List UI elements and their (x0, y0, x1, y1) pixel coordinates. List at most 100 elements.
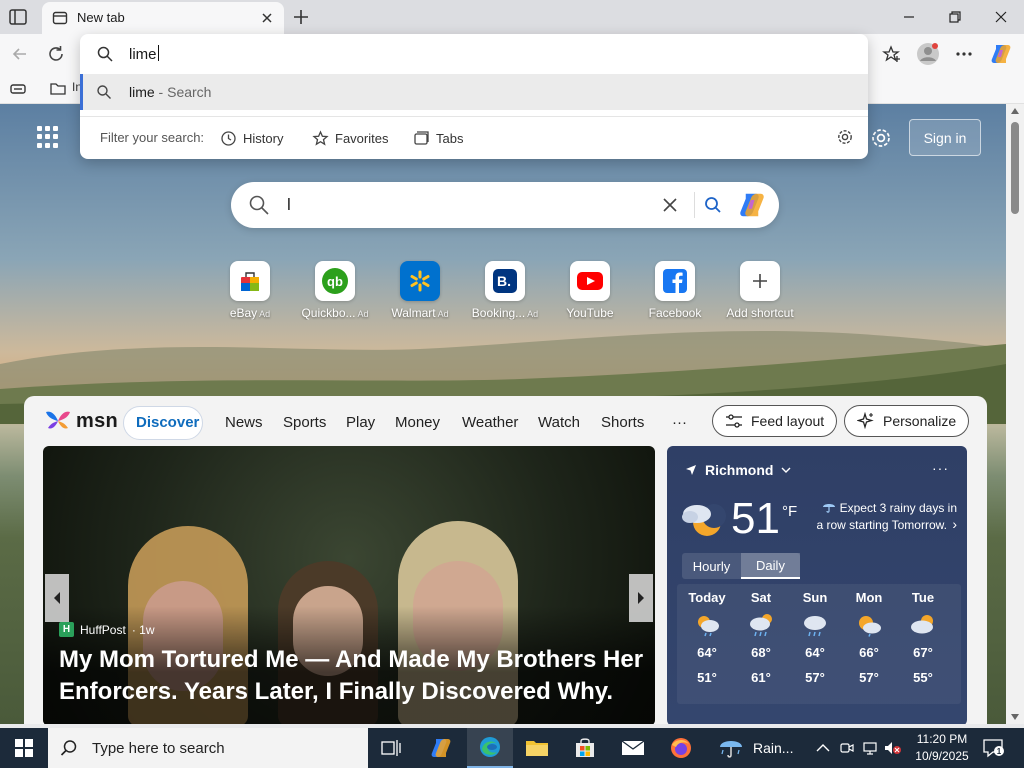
page-search-box[interactable]: l (231, 182, 779, 228)
weather-card[interactable]: Richmond ··· 51 °F Expect 3 rainy days i… (667, 446, 967, 724)
microsoft-store-icon[interactable] (562, 728, 608, 768)
favorites-star-icon[interactable] (880, 42, 904, 66)
filter-history[interactable]: History (220, 127, 283, 149)
chevron-right-icon: › (952, 516, 957, 532)
rain-sun-icon (747, 613, 775, 637)
tab-play[interactable]: Play (346, 414, 375, 431)
search-icon (96, 45, 114, 63)
weather-alert[interactable]: Expect 3 rainy days in a row starting To… (815, 500, 957, 533)
scroll-up-icon[interactable] (1011, 108, 1019, 114)
daily-forecast: Today 64° 51° Sat 68° 61° Sun 64° 57° Mo… (677, 584, 961, 704)
show-hidden-icons-chevron-icon[interactable] (816, 728, 830, 768)
address-input-value[interactable]: lime (129, 45, 159, 63)
task-view-icon[interactable] (368, 728, 414, 768)
personalize-button[interactable]: Personalize (844, 405, 970, 437)
shortcut-facebook[interactable]: Facebook (635, 261, 715, 325)
story-headline[interactable]: My Mom Tortured Me — And Made My Brother… (59, 644, 649, 708)
profile-avatar-icon[interactable] (916, 42, 940, 66)
suggestion-text: lime - Search (129, 84, 212, 100)
suggestion-item[interactable]: lime - Search (80, 74, 868, 110)
page-settings-gear-icon[interactable] (869, 126, 893, 150)
scroll-thumb[interactable] (1011, 122, 1019, 214)
forecast-day[interactable]: Sun 64° 57° (787, 590, 843, 685)
tab-money[interactable]: Money (395, 414, 440, 431)
shortcut-walmart[interactable]: Walmart Ad (380, 261, 460, 325)
forecast-day[interactable]: Tue 67° 55° (895, 590, 951, 685)
msn-logo[interactable]: msn (44, 406, 118, 436)
search-submit-icon[interactable] (702, 194, 724, 216)
copilot-icon[interactable] (737, 190, 767, 220)
shortcut-tiles: eBay Ad qb Quickbo... Ad Walmart Ad B. Book… (220, 261, 820, 331)
gear-icon[interactable] (836, 128, 854, 146)
file-explorer-icon[interactable] (514, 728, 560, 768)
firefox-icon[interactable] (658, 728, 704, 768)
more-menu-icon[interactable] (952, 42, 976, 66)
address-input[interactable]: lime (80, 34, 868, 74)
folder-icon[interactable] (46, 77, 70, 101)
weather-location[interactable]: Richmond (685, 462, 791, 478)
weather-widget[interactable]: Rain... (718, 728, 793, 768)
filter-tabs[interactable]: Tabs (413, 127, 463, 149)
refresh-button[interactable] (44, 42, 68, 66)
tab-actions-icon[interactable] (8, 7, 28, 27)
star-icon (312, 129, 329, 146)
tab-news[interactable]: News (225, 414, 263, 431)
restore-button[interactable] (932, 0, 978, 34)
apps-launcher-icon[interactable] (37, 126, 59, 148)
close-window-button[interactable] (978, 0, 1024, 34)
copilot-taskbar-icon[interactable] (418, 728, 464, 768)
tab-shorts[interactable]: Shorts (601, 414, 644, 431)
tab-weather[interactable]: Weather (462, 414, 518, 431)
filter-label: Filter your search: (100, 130, 205, 145)
tab-new-tab[interactable]: New tab (42, 2, 284, 34)
scroll-down-icon[interactable] (1011, 714, 1019, 720)
carousel-next-button[interactable] (629, 574, 653, 622)
minimize-button[interactable] (886, 0, 932, 34)
feed-layout-button[interactable]: Feed layout (712, 405, 838, 437)
clear-icon[interactable] (659, 194, 681, 216)
system-clock[interactable]: 11:20 PM 10/9/2025 (908, 731, 976, 765)
temperature-unit[interactable]: °F (782, 503, 797, 520)
more-tabs-icon[interactable]: ··· (672, 414, 687, 431)
tab-watch[interactable]: Watch (538, 414, 580, 431)
tab-daily[interactable]: Daily (741, 553, 800, 579)
network-icon[interactable] (862, 728, 878, 768)
close-tab-icon[interactable] (258, 9, 276, 27)
new-tab-button[interactable] (290, 6, 312, 28)
page-scrollbar[interactable] (1006, 104, 1024, 724)
meet-now-icon[interactable] (840, 728, 854, 768)
tab-hourly[interactable]: Hourly (682, 553, 741, 579)
mail-icon[interactable] (610, 728, 656, 768)
divider (694, 192, 695, 218)
tab-sports[interactable]: Sports (283, 414, 326, 431)
edge-taskbar-icon[interactable] (467, 728, 513, 768)
shortcut-quickbooks[interactable]: qb Quickbo... Ad (295, 261, 375, 325)
sign-in-button[interactable]: Sign in (909, 119, 981, 156)
forecast-day[interactable]: Sat 68° 61° (733, 590, 789, 685)
forecast-day[interactable]: Today 64° 51° (679, 590, 735, 685)
taskbar: Type here to search Rain... 11:20 PM 10/… (0, 728, 1024, 768)
forecast-day[interactable]: Mon 66° 57° (841, 590, 897, 685)
back-button[interactable] (8, 42, 32, 66)
start-button[interactable] (0, 728, 48, 768)
facebook-icon (655, 261, 695, 301)
volume-muted-icon[interactable] (884, 728, 902, 768)
reading-mode-icon[interactable] (6, 77, 30, 101)
search-filter-row: Filter your search: History Favorites Ta… (80, 116, 868, 156)
filter-favorites[interactable]: Favorites (312, 127, 388, 149)
page-search-value[interactable]: l (287, 195, 291, 215)
tab-discover[interactable]: Discover (136, 414, 199, 431)
weather-more-icon[interactable]: ··· (932, 460, 949, 476)
shortcut-youtube[interactable]: YouTube (550, 261, 630, 325)
notifications-icon[interactable]: 1 (982, 728, 1004, 768)
rain-icon (801, 613, 829, 637)
sliders-icon (726, 414, 742, 428)
shortcut-booking[interactable]: B. Booking... Ad (465, 261, 545, 325)
carousel-prev-button[interactable] (45, 574, 69, 622)
copilot-icon[interactable] (989, 42, 1013, 66)
taskbar-search-box[interactable]: Type here to search (48, 728, 368, 768)
add-shortcut-button[interactable]: Add shortcut (720, 261, 800, 325)
shortcut-ebay[interactable]: eBay Ad (210, 261, 290, 325)
partly-cloudy-icon (909, 613, 937, 637)
hero-story-card[interactable]: H HuffPost · 1w My Mom Tortured Me — And… (43, 446, 655, 724)
